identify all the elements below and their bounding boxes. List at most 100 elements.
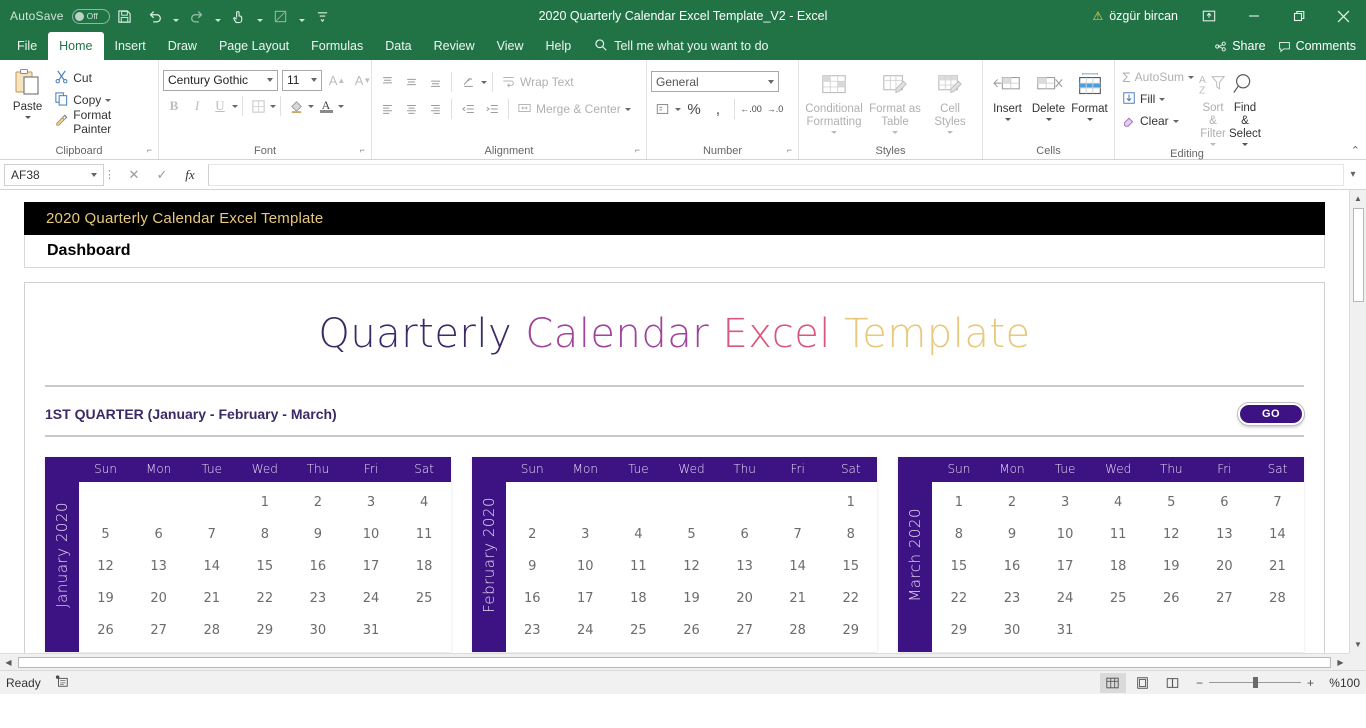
sort-filter-button[interactable]: AZ Sort & Filter (1199, 66, 1227, 146)
font-name-input[interactable]: Century Gothic (163, 69, 278, 91)
go-button[interactable]: GO (1238, 403, 1304, 425)
decrease-indent-icon[interactable] (457, 98, 479, 120)
calendar-cell-day[interactable]: 19 (665, 582, 718, 614)
tell-me-search[interactable]: Tell me what you want to do (582, 32, 768, 60)
calendar-cell-day[interactable]: 30 (985, 614, 1038, 646)
comma-style-icon[interactable]: , (707, 98, 729, 120)
calendar-cell-day[interactable]: 7 (771, 518, 824, 550)
tab-draw[interactable]: Draw (157, 32, 208, 60)
format-cells-dropdown-icon[interactable] (1086, 118, 1093, 121)
borders-icon[interactable] (247, 95, 269, 117)
calendar-cell-day[interactable]: 3 (1039, 486, 1092, 518)
calendar-cell-day[interactable]: 30 (291, 614, 344, 646)
calendar-cell-day[interactable]: 16 (985, 550, 1038, 582)
insert-cells-dropdown-icon[interactable] (1004, 118, 1011, 121)
calendar-cell-day[interactable]: 25 (612, 614, 665, 646)
calendar-cell-day[interactable]: 9 (506, 550, 559, 582)
calendar-cell-day[interactable]: 17 (559, 582, 612, 614)
cell-styles-button[interactable]: Cell Styles (925, 67, 975, 134)
calendar-cell-day[interactable]: 8 (824, 518, 877, 550)
calendar-cell-day[interactable]: 27 (132, 614, 185, 646)
calendar-cell-empty[interactable] (185, 486, 238, 518)
font-size-input[interactable]: 11 (282, 69, 322, 91)
calendar-cell-day[interactable]: 5 (1145, 486, 1198, 518)
horizontal-scroll-thumb[interactable] (18, 656, 1331, 668)
calendar-cell-day[interactable]: 22 (932, 582, 985, 614)
print-preview-dropdown-icon[interactable] (296, 3, 308, 29)
font-name-dropdown-icon[interactable] (267, 78, 273, 82)
tab-home[interactable]: Home (48, 32, 104, 60)
conditional-formatting-button[interactable]: Conditional Formatting (803, 67, 865, 134)
increase-font-size-icon[interactable]: A ▲ (326, 69, 348, 91)
autosum-dropdown-icon[interactable] (1188, 75, 1195, 79)
tab-review[interactable]: Review (423, 32, 486, 60)
calendar-cell-day[interactable]: 9 (291, 518, 344, 550)
calendar-cell-day[interactable]: 11 (612, 550, 665, 582)
calendar-cell-day[interactable]: 6 (1198, 486, 1251, 518)
clear-button[interactable]: Clear (1119, 110, 1197, 132)
calendar-cell-day[interactable]: 18 (1092, 550, 1145, 582)
autosave-toggle[interactable]: Off (71, 8, 110, 24)
zoom-track[interactable] (1208, 677, 1301, 688)
calendar-cell-day[interactable]: 5 (665, 518, 718, 550)
calendar-cell-day[interactable]: 15 (932, 550, 985, 582)
calendar-cell-day[interactable]: 21 (185, 582, 238, 614)
calendar-cell-day[interactable]: 16 (291, 550, 344, 582)
format-painter-button[interactable]: Format Painter (51, 108, 154, 136)
calendar-cell-empty[interactable] (79, 486, 132, 518)
calendar-cell-day[interactable]: 20 (1198, 550, 1251, 582)
tab-view[interactable]: View (486, 32, 535, 60)
calendar-cell-day[interactable]: 10 (1039, 518, 1092, 550)
expand-formula-bar-icon[interactable]: ▾ (1344, 169, 1362, 180)
calendar-cell-day[interactable]: 21 (1251, 550, 1304, 582)
align-left-icon[interactable] (376, 98, 398, 120)
fill-color-dropdown-icon[interactable] (308, 104, 314, 108)
vertical-scroll-thumb[interactable] (1352, 208, 1364, 302)
orientation-dropdown-icon[interactable] (481, 80, 487, 84)
alignment-dialog-launcher[interactable]: ⌐ (635, 142, 640, 158)
calendar-cell-day[interactable]: 20 (718, 582, 771, 614)
accounting-format-icon[interactable] (651, 98, 673, 120)
calendar-cell-day[interactable]: 5 (79, 518, 132, 550)
print-preview-icon[interactable] (266, 3, 296, 29)
tab-insert[interactable]: Insert (104, 32, 157, 60)
insert-cells-button[interactable]: Insert (987, 67, 1028, 121)
calendar-cell-day[interactable]: 21 (771, 582, 824, 614)
calendar-cell-day[interactable]: 8 (932, 518, 985, 550)
undo-icon[interactable] (140, 3, 170, 29)
calendar-cell-day[interactable]: 10 (559, 550, 612, 582)
comments-button[interactable]: Comments (1278, 39, 1356, 53)
tab-data[interactable]: Data (374, 32, 422, 60)
format-as-table-button[interactable]: Format as Table (865, 67, 925, 134)
insert-function-icon[interactable]: fx (176, 164, 204, 186)
borders-dropdown-icon[interactable] (270, 104, 276, 108)
percent-style-icon[interactable]: % (683, 98, 705, 120)
calendar-cell-day[interactable]: 31 (1039, 614, 1092, 646)
underline-button[interactable]: U (209, 95, 231, 117)
increase-decimal-icon[interactable]: ←.00 (740, 98, 762, 120)
calendar-cell-day[interactable]: 26 (665, 614, 718, 646)
format-cells-button[interactable]: Format (1069, 67, 1110, 121)
calendar-cell-day[interactable]: 24 (344, 582, 397, 614)
horizontal-scrollbar[interactable]: ◀ ▶ (0, 653, 1349, 670)
fill-button[interactable]: Fill (1119, 88, 1197, 110)
merge-center-dropdown-icon[interactable] (624, 107, 631, 111)
page-layout-view-button[interactable] (1130, 673, 1156, 693)
calendar-cell-day[interactable]: 15 (238, 550, 291, 582)
calendar-cell-empty[interactable] (1092, 614, 1145, 646)
paste-button[interactable]: Paste (4, 65, 51, 119)
font-color-dropdown-icon[interactable] (338, 104, 344, 108)
zoom-thumb[interactable] (1252, 677, 1258, 688)
decrease-decimal-icon[interactable]: →.0 (764, 98, 786, 120)
calendar-cell-day[interactable]: 9 (985, 518, 1038, 550)
calendar-cell-day[interactable]: 13 (1198, 518, 1251, 550)
merge-center-button[interactable]: Merge & Center (514, 98, 634, 120)
tab-page-layout[interactable]: Page Layout (208, 32, 300, 60)
calendar-cell-day[interactable]: 10 (344, 518, 397, 550)
font-dialog-launcher[interactable]: ⌐ (360, 142, 365, 158)
calendar-cell-empty[interactable] (771, 486, 824, 518)
copy-dropdown-icon[interactable] (105, 98, 112, 102)
calendar-cell-day[interactable]: 2 (506, 518, 559, 550)
accessibility-checker-icon[interactable] (55, 674, 69, 691)
bold-button[interactable]: B (163, 95, 185, 117)
